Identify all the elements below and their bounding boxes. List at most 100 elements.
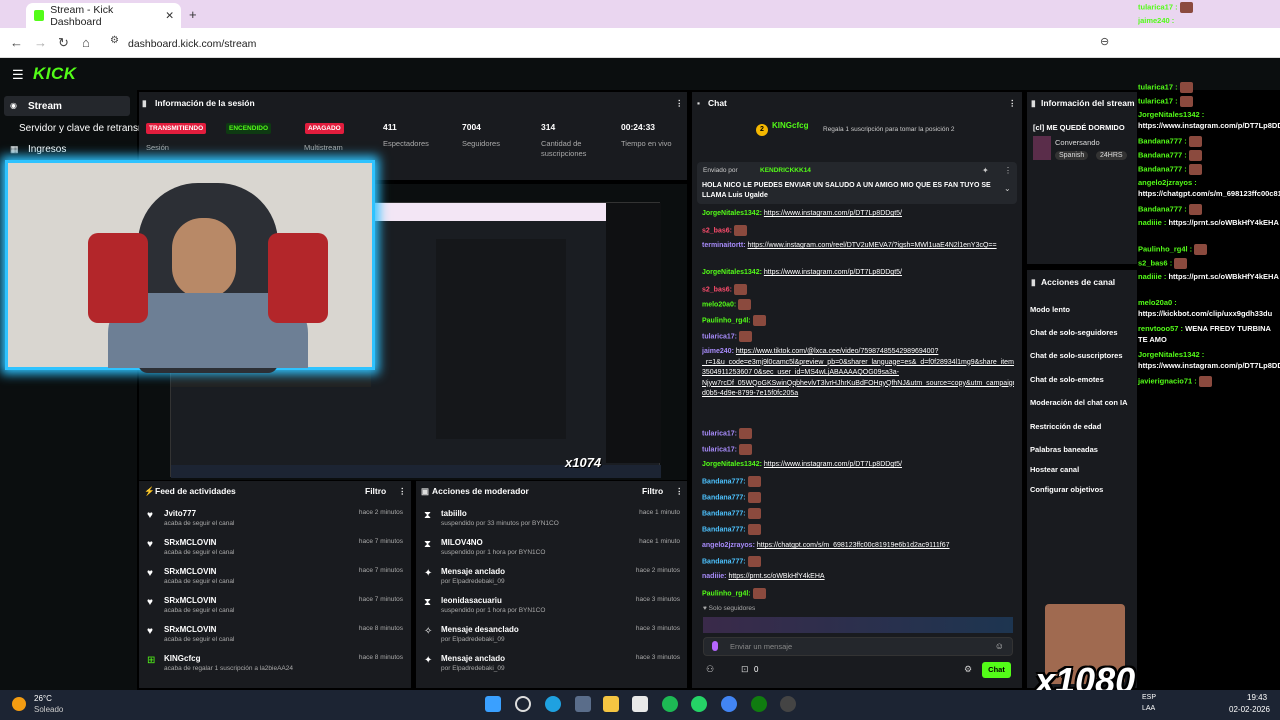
action-configurar-objetivos[interactable]: Configurar objetivos xyxy=(1030,485,1103,494)
overlay-chat-username: Bandana777 : xyxy=(1138,204,1187,214)
store-icon[interactable] xyxy=(575,696,591,712)
sidebar-item-server-key[interactable]: Servidor y clave de retransm xyxy=(19,123,146,134)
action-modo-lento[interactable]: Modo lento xyxy=(1030,305,1070,314)
chat-input[interactable]: Enviar un mensaje ☺ xyxy=(703,637,1013,656)
action-restriccion-edad[interactable]: Restricción de edad xyxy=(1030,422,1101,431)
activity-menu-icon[interactable]: ⋮ xyxy=(398,486,407,497)
chat-username[interactable]: Paulinho_rg4l: xyxy=(702,317,751,324)
chat-username[interactable]: tularica17: xyxy=(702,430,737,437)
people-icon[interactable]: ⚇ xyxy=(706,664,714,675)
sidebar-item-stream[interactable] xyxy=(4,96,130,116)
chat-username[interactable]: tularica17: xyxy=(702,333,737,340)
session-menu-icon[interactable]: ⋮ xyxy=(675,98,684,109)
whatsapp-icon[interactable] xyxy=(691,696,707,712)
weather-icon[interactable] xyxy=(12,697,26,711)
chat-username[interactable]: JorgeNitales1342: xyxy=(702,269,762,276)
forward-icon[interactable]: → xyxy=(34,35,47,50)
action-solo-suscriptores[interactable]: Chat de solo-suscriptores xyxy=(1030,351,1123,360)
back-icon[interactable]: ← xyxy=(10,35,23,50)
zoom-icon[interactable]: ⊖ xyxy=(1100,35,1109,48)
chat-message-link[interactable]: https://www.tiktok.com/@lxca.cee/video/7… xyxy=(702,348,1014,397)
stat-value-followers: 7004 xyxy=(462,122,481,132)
chat-username[interactable]: s2_bas6: xyxy=(702,227,732,234)
chat-username[interactable]: Paulinho_rg4l: xyxy=(702,590,751,597)
sidebar-item-stream-label: Stream xyxy=(28,101,62,112)
action-hostear-canal[interactable]: Hostear canal xyxy=(1030,465,1079,474)
action-moderacion-ia[interactable]: Moderación del chat con IA xyxy=(1030,398,1128,407)
list-item: ♥ SRxMCLOVIN acaba de seguir el canal hace … xyxy=(147,567,403,585)
site-info-icon[interactable]: ⚙ xyxy=(110,35,119,46)
chat-username[interactable]: JorgeNitales1342: xyxy=(702,210,762,217)
chrome-icon[interactable] xyxy=(721,696,737,712)
tab-title: Stream - Kick Dashboard xyxy=(50,3,114,28)
overlay-chat-username: javierignacio71 : xyxy=(1138,376,1197,386)
mod-menu-icon[interactable]: ⋮ xyxy=(675,486,684,497)
chat-message-link[interactable]: https://prnt.sc/oWBkHfY4kEHA xyxy=(728,573,824,580)
overlay-chat-message: Bandana777 : xyxy=(1138,136,1280,147)
sidebar-item-ingresos[interactable]: Ingresos xyxy=(28,144,66,155)
chat-username[interactable]: Bandana777: xyxy=(702,558,746,565)
folder-icon[interactable] xyxy=(603,696,619,712)
obs-icon[interactable] xyxy=(780,696,796,712)
action-solo-emotes[interactable]: Chat de solo-emotes xyxy=(1030,375,1104,384)
chat-username[interactable]: angelo2jzrayos: xyxy=(702,542,755,549)
chat-message-link[interactable]: https://chatgpt.com/s/m_698123ffc00c8191… xyxy=(757,542,950,549)
action-solo-seguidores[interactable]: Chat de solo-seguidores xyxy=(1030,328,1118,337)
edge-icon[interactable] xyxy=(545,696,561,712)
activity-filter-button[interactable]: Filtro xyxy=(365,486,386,496)
xbox-icon[interactable] xyxy=(751,696,767,712)
chat-menu-icon[interactable]: ⋮ xyxy=(1008,98,1017,109)
ingresos-icon: ▦ xyxy=(10,144,19,154)
chat-username[interactable]: JorgeNitales1342: xyxy=(702,461,762,468)
chat-username[interactable]: jaime240: xyxy=(702,348,734,355)
gift-prompt[interactable]: Regala 1 suscripción para tomar la posic… xyxy=(823,126,955,133)
chat-username[interactable]: Bandana777: xyxy=(702,478,746,485)
kick-logo[interactable]: KICK xyxy=(33,64,77,84)
overlay-chat-text: https://www.tiktok.com/@lxca.cee/video/7… xyxy=(1138,26,1280,47)
browser-tab[interactable]: Stream - Kick Dashboard ✕ xyxy=(26,3,181,28)
status-badge-encendido: ENCENDIDO xyxy=(226,123,272,134)
pin-icon[interactable]: ✦ xyxy=(982,166,989,175)
chat-message-link[interactable]: https://www.instagram.com/reel/DTV2uMEVA… xyxy=(748,242,997,249)
emoji-icon[interactable]: ☺ xyxy=(995,641,1004,651)
list-item: ✦ Mensaje anclado por Elpadredebaki_09 hace… xyxy=(424,567,680,585)
start-icon[interactable] xyxy=(485,696,501,712)
chevron-down-icon[interactable]: ⌄ xyxy=(1004,184,1011,193)
overlay-chat-message: s2_bas6 : xyxy=(1138,258,1280,269)
send-chat-button[interactable]: Chat xyxy=(982,662,1011,678)
settings-gear-icon[interactable]: ⚙ xyxy=(964,664,972,675)
chat-username[interactable]: nadiiie: xyxy=(702,573,727,580)
action-palabras-baneadas[interactable]: Palabras baneadas xyxy=(1030,445,1098,454)
pinned-menu-icon[interactable]: ⋮ xyxy=(1004,166,1012,175)
chat-message-link[interactable]: https://www.instagram.com/p/DT7Lp8DDgt5/ xyxy=(764,269,902,276)
chat-message-link[interactable]: https://www.instagram.com/p/DT7Lp8DDgt5/ xyxy=(764,461,902,468)
overlay-chat-username: tularica17 : xyxy=(1138,2,1178,12)
chat-message-link[interactable]: https://www.instagram.com/p/DT7Lp8DDgt5/ xyxy=(764,210,902,217)
chat-username[interactable]: tularica17: xyxy=(702,446,737,453)
chat-username[interactable]: Bandana777: xyxy=(702,526,746,533)
chat-username[interactable]: melo20a0: xyxy=(702,301,736,308)
lang-indicator[interactable]: ESP xyxy=(1142,694,1156,701)
search-icon[interactable] xyxy=(515,696,531,712)
chat-username[interactable]: Bandana777: xyxy=(702,510,746,517)
overlay-chat-text: https://www.instagram.com/p/DT7Lp8DDgt5/ xyxy=(1138,120,1280,130)
gift-small-icon[interactable]: ⊡ xyxy=(741,664,749,675)
emote-bar[interactable] xyxy=(703,617,1013,633)
app-icon[interactable] xyxy=(632,696,648,712)
list-item: ⊞ KINGcfcg acaba de regalar 1 suscripción … xyxy=(147,654,403,672)
menu-icon[interactable]: ☰ xyxy=(12,67,24,83)
new-tab-icon[interactable]: + xyxy=(189,7,197,22)
emote-image xyxy=(747,524,761,535)
chat-username[interactable]: Bandana777: xyxy=(702,494,746,501)
home-icon[interactable]: ⌂ xyxy=(82,35,90,50)
chat-message: JorgeNitales1342: https://www.instagram.… xyxy=(702,268,1014,279)
mod-filter-button[interactable]: Filtro xyxy=(642,486,663,496)
hourglass-icon: ⧗ xyxy=(424,510,432,521)
stream-title: [cl] ME QUEDÉ DORMIDO xyxy=(1033,123,1125,132)
close-tab-icon[interactable]: ✕ xyxy=(165,10,174,22)
spotify-icon[interactable] xyxy=(662,696,678,712)
chat-username[interactable]: terminaitortt: xyxy=(702,242,746,249)
reload-icon[interactable]: ↻ xyxy=(58,35,69,51)
chat-username[interactable]: s2_bas6: xyxy=(702,286,732,293)
url-input[interactable]: dashboard.kick.com/stream xyxy=(128,38,256,50)
